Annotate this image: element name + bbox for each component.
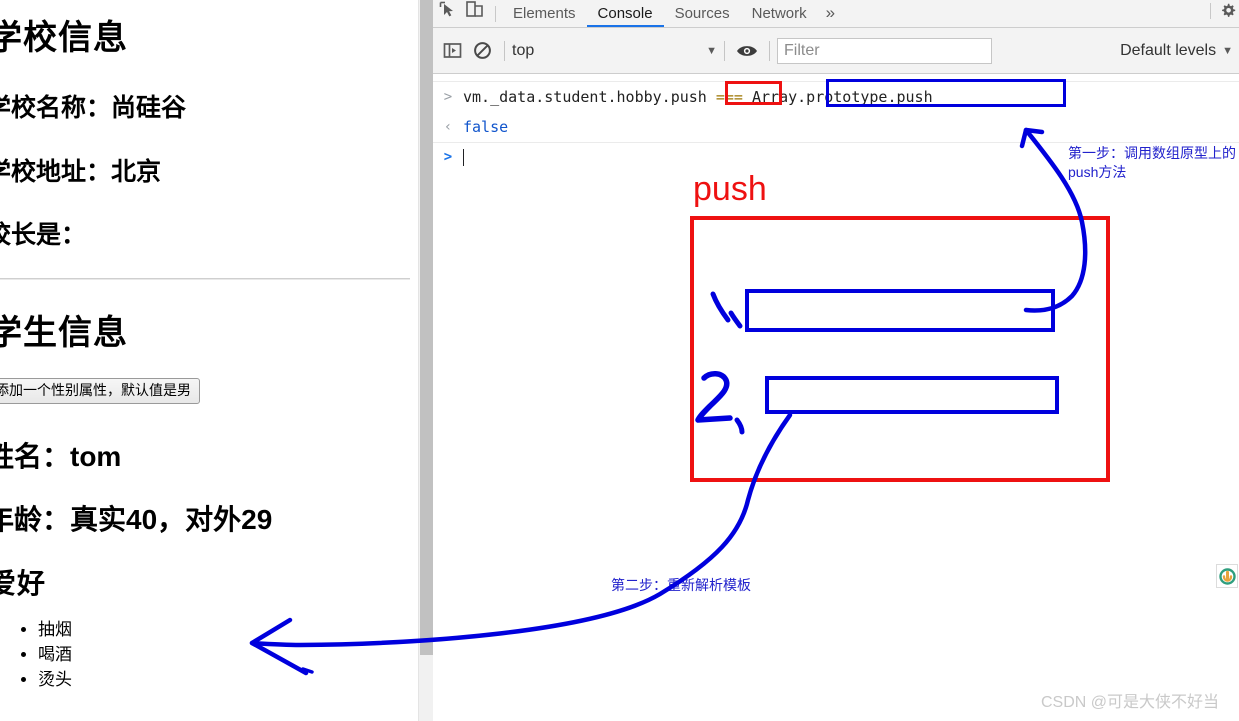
screenshot-root: 学校信息 学校名称：尚硅谷 学校地址：北京 校长是： 学生信息 添加一个性别属性… (0, 0, 1239, 721)
toolbar-divider (504, 40, 505, 61)
console-expression-push-token: push (670, 88, 707, 106)
text-cursor (463, 148, 464, 166)
section-divider (0, 278, 410, 280)
principal-line: 校长是： (0, 221, 87, 249)
device-toolbar-icon[interactable] (461, 0, 489, 27)
tab-console[interactable]: Console (586, 6, 664, 27)
toolbar-divider (1210, 3, 1211, 19)
console-filter-input[interactable]: Filter (777, 37, 992, 64)
settings-gear-icon[interactable] (1217, 0, 1239, 24)
list-item: 喝酒 (38, 642, 72, 667)
filter-placeholder-text: Filter (784, 41, 820, 59)
console-context-value: top (512, 41, 535, 59)
student-name-line: 姓名：tom (0, 441, 122, 472)
scrollbar-thumb[interactable] (420, 0, 433, 655)
console-prompt-arrow-icon: > (443, 89, 453, 105)
student-info-heading: 学生信息 (0, 314, 128, 352)
add-gender-button[interactable]: 添加一个性别属性，默认值是男 (0, 378, 200, 404)
page-vertical-scrollbar[interactable] (418, 0, 434, 721)
console-result-value: false (463, 117, 509, 136)
browser-extension-icon[interactable] (1216, 564, 1238, 588)
console-toolbar: top ▼ Filter Default levels ▼ (433, 28, 1239, 74)
school-info-heading: 学校信息 (0, 19, 128, 57)
annotation-red-box-push-token (725, 81, 782, 105)
annotation-red-box-diagram (690, 216, 1110, 482)
toolbar-divider (724, 40, 725, 61)
console-prompt-arrow-icon: > (443, 149, 453, 165)
list-item: 烫头 (38, 667, 72, 692)
annotation-blue-box-step-1 (745, 289, 1055, 332)
tab-elements[interactable]: Elements (502, 6, 587, 27)
console-log-levels-dropdown[interactable]: Default levels ▼ (1120, 42, 1235, 60)
tab-network[interactable]: Network (741, 6, 818, 27)
csdn-watermark: CSDN @可是大侠不好当 (1041, 694, 1220, 711)
toolbar-divider (769, 40, 770, 61)
student-age-line: 年龄：真实40，对外29 (0, 504, 273, 535)
web-page-pane: 学校信息 学校名称：尚硅谷 学校地址：北京 校长是： 学生信息 添加一个性别属性… (0, 0, 418, 721)
devtools-tab-bar: Elements Console Sources Network » (433, 0, 1239, 28)
devtools-tabbar-right (1204, 0, 1239, 27)
console-result-message: ‹ false (433, 111, 1239, 143)
clear-console-icon[interactable] (467, 36, 497, 66)
live-expression-eye-icon[interactable] (732, 36, 762, 66)
annotation-push-label: push (693, 170, 767, 208)
hobby-list: 抽烟 喝酒 烫头 (0, 617, 72, 692)
console-result-arrow-icon: ‹ (443, 118, 453, 135)
annotation-note-step-one: 第一步：调用数组原型上的push方法 (1068, 145, 1236, 180)
chevron-down-icon: ▼ (706, 44, 717, 57)
list-item: 抽烟 (38, 617, 72, 642)
annotation-blue-box-step-2 (765, 376, 1059, 414)
more-tabs-icon[interactable]: » (818, 3, 843, 27)
inspect-element-icon[interactable] (433, 0, 461, 27)
log-levels-label: Default levels (1120, 41, 1217, 59)
console-sidebar-icon[interactable] (437, 36, 467, 66)
tab-sources[interactable]: Sources (664, 6, 741, 27)
annotation-note-step-two: 第二步：重新解析模板 (611, 577, 751, 593)
school-address-line: 学校地址：北京 (0, 158, 162, 186)
school-name-line: 学校名称：尚硅谷 (0, 94, 187, 122)
annotation-blue-box-array-prototype-push (826, 79, 1066, 107)
toolbar-divider (495, 6, 496, 22)
console-context-selector[interactable]: top ▼ (512, 42, 717, 60)
chevron-down-icon: ▼ (1222, 44, 1233, 57)
console-expression-prefix: vm._data.student.hobby. (463, 88, 671, 106)
hobby-heading: 爱好 (0, 568, 47, 599)
